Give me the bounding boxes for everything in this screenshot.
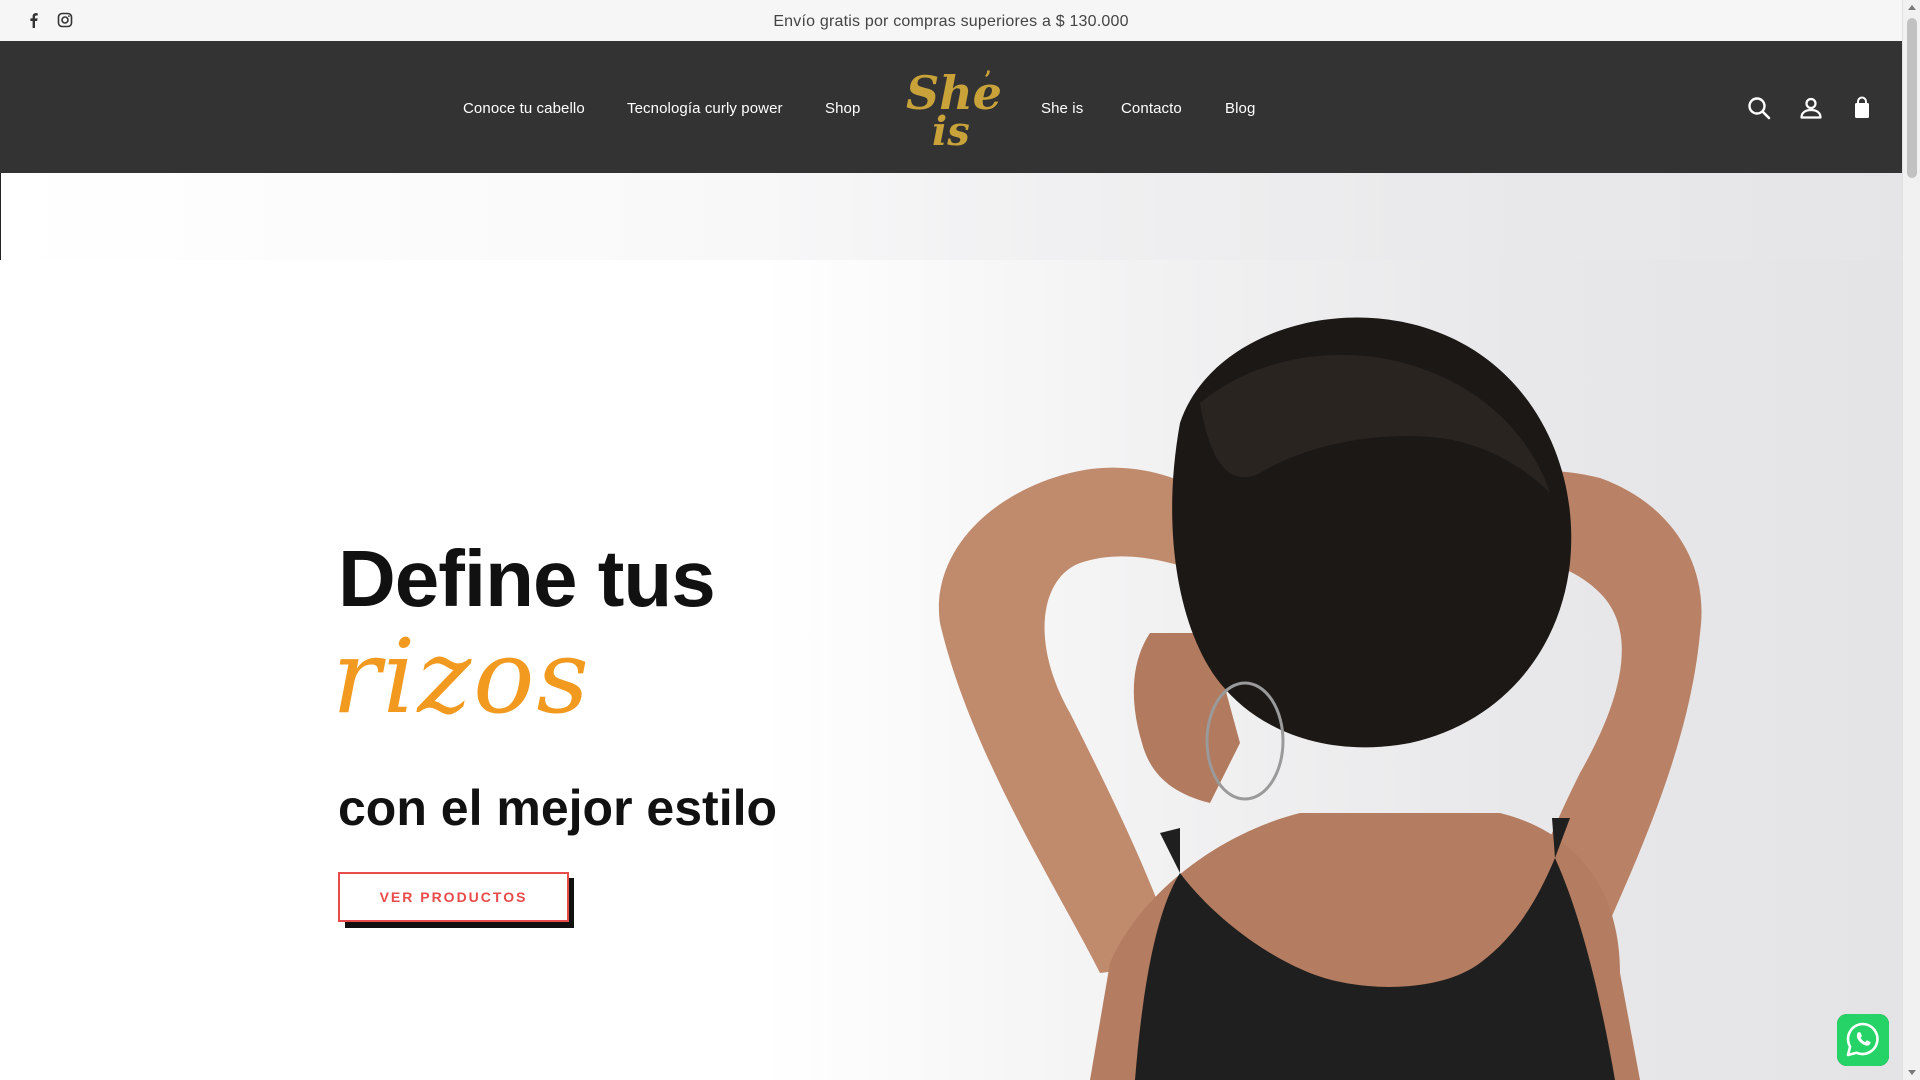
- hero-divider: [0, 173, 1, 260]
- hero-heading-script: rizos: [332, 618, 591, 737]
- search-icon[interactable]: [1746, 95, 1772, 121]
- svg-text:’: ’: [984, 67, 992, 93]
- hero-top-band: [0, 173, 1902, 260]
- scroll-down-arrow-icon[interactable]: [1908, 1070, 1916, 1075]
- whatsapp-icon[interactable]: [1837, 1014, 1889, 1066]
- nav-blog[interactable]: Blog: [1225, 100, 1255, 117]
- page-scrollbar[interactable]: [1902, 0, 1920, 1080]
- hero-heading-line1: Define tus: [338, 534, 716, 623]
- top-bar: Envío gratis por compras superiores a $ …: [0, 0, 1902, 41]
- cart-icon[interactable]: [1849, 95, 1875, 121]
- nav-shop[interactable]: Shop: [825, 100, 860, 117]
- account-icon[interactable]: [1798, 95, 1824, 121]
- hero-heading-line3: con el mejor estilo: [338, 780, 778, 836]
- ver-productos-button[interactable]: VER PRODUCTOS: [338, 872, 569, 922]
- svg-text:is: is: [932, 108, 970, 149]
- hero-section: Define tus rizos con el mejor estilo VER…: [0, 173, 1902, 1080]
- nav-she-is[interactable]: She is: [1041, 100, 1083, 117]
- she-is-logo[interactable]: She ’ is: [904, 65, 1002, 155]
- scrollbar-thumb[interactable]: [1907, 18, 1917, 178]
- free-shipping-notice: Envío gratis por compras superiores a $ …: [773, 13, 1129, 30]
- main-header: Conoce tu cabello Tecnología curly power…: [0, 41, 1902, 173]
- nav-contacto[interactable]: Contacto: [1121, 100, 1182, 117]
- hero-woman-photo: [938, 317, 1702, 1080]
- scroll-up-arrow-icon[interactable]: [1908, 5, 1916, 10]
- nav-tecnologia-curly-power[interactable]: Tecnología curly power: [627, 100, 783, 117]
- nav-conoce-tu-cabello[interactable]: Conoce tu cabello: [463, 100, 585, 117]
